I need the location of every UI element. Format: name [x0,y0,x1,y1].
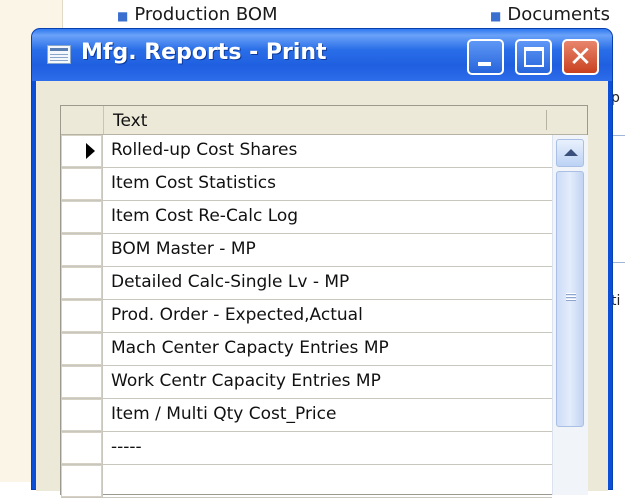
row-selector[interactable] [61,201,103,233]
divider [610,135,625,136]
bg-text-fragment: ti [611,293,621,309]
minimize-icon [478,62,491,66]
maximize-button[interactable] [515,39,552,75]
report-name-cell[interactable]: ----- [111,437,142,457]
report-name-cell[interactable]: Rolled-up Cost Shares [111,140,297,160]
table-row[interactable]: Item / Multi Qty Cost_Price [61,399,552,432]
bg-link-label: Production BOM [134,4,278,25]
column-separator[interactable] [546,110,547,130]
row-selector[interactable] [61,399,103,431]
window-client-area: Text Rolled-up Cost Shares Item Cost Sta… [36,81,608,498]
vertical-scrollbar[interactable] [552,135,588,495]
table-row[interactable]: Rolled-up Cost Shares [61,135,552,168]
close-button[interactable]: ✕ [562,39,599,75]
scrollbar-thumb[interactable] [556,171,584,427]
row-selector[interactable] [61,465,103,497]
bullet-icon: ■ [490,9,502,23]
report-name-cell[interactable]: Mach Center Capacty Entries MP [111,338,389,358]
row-selector[interactable] [61,300,103,332]
row-selector-header [61,106,104,134]
bg-text-fragment: p [611,90,620,106]
grid-header: Text [61,106,587,135]
table-row[interactable]: Item Cost Re-Calc Log [61,201,552,234]
row-selector[interactable] [61,168,103,200]
close-icon: ✕ [568,40,593,73]
scroll-up-arrow-icon [564,149,578,156]
table-row[interactable]: ----- [61,432,552,465]
report-name-cell[interactable]: Item Cost Re-Calc Log [111,206,298,226]
report-name-cell[interactable]: Item / Multi Qty Cost_Price [111,404,336,424]
title-bar[interactable]: Mfg. Reports - Print ✕ [32,29,612,81]
table-row[interactable]: Work Centr Capacity Entries MP [61,366,552,399]
app-window-icon [47,45,71,64]
row-selector[interactable] [61,366,103,398]
column-header-text[interactable]: Text [113,111,147,131]
row-selector[interactable] [61,432,103,464]
current-row-pointer-icon [86,143,95,159]
row-selector[interactable] [61,234,103,266]
row-selector[interactable] [61,135,103,167]
table-row[interactable]: BOM Master - MP [61,234,552,267]
reports-grid: Text Rolled-up Cost Shares Item Cost Sta… [60,105,588,498]
scroll-grip-icon [566,293,576,302]
report-name-cell[interactable]: Prod. Order - Expected,Actual [111,305,363,325]
scroll-up-button[interactable] [556,139,584,167]
table-row[interactable]: Detailed Calc-Single Lv - MP [61,267,552,300]
row-selector[interactable] [61,333,103,365]
grid-rows: Rolled-up Cost Shares Item Cost Statisti… [61,135,552,498]
table-row[interactable]: Prod. Order - Expected,Actual [61,300,552,333]
window-title: Mfg. Reports - Print [81,40,327,65]
report-name-cell[interactable]: Detailed Calc-Single Lv - MP [111,272,349,292]
table-row[interactable]: Item Cost Statistics [61,168,552,201]
report-name-cell[interactable]: Work Centr Capacity Entries MP [111,371,381,391]
divider [610,262,625,263]
report-name-cell[interactable]: Item Cost Statistics [111,173,276,193]
mfg-reports-print-window: Mfg. Reports - Print ✕ Text Rolled-up Co… [32,29,612,498]
minimize-button[interactable] [467,39,504,75]
bg-link-documents[interactable]: ■ Documents [490,4,610,25]
report-name-cell[interactable]: BOM Master - MP [111,239,256,259]
table-row[interactable]: Mach Center Capacty Entries MP [61,333,552,366]
bg-link-production-bom[interactable]: ■ Production BOM [117,4,278,25]
bullet-icon: ■ [117,9,129,23]
bg-link-label: Documents [507,4,610,25]
row-selector[interactable] [61,267,103,299]
maximize-icon [524,47,544,67]
